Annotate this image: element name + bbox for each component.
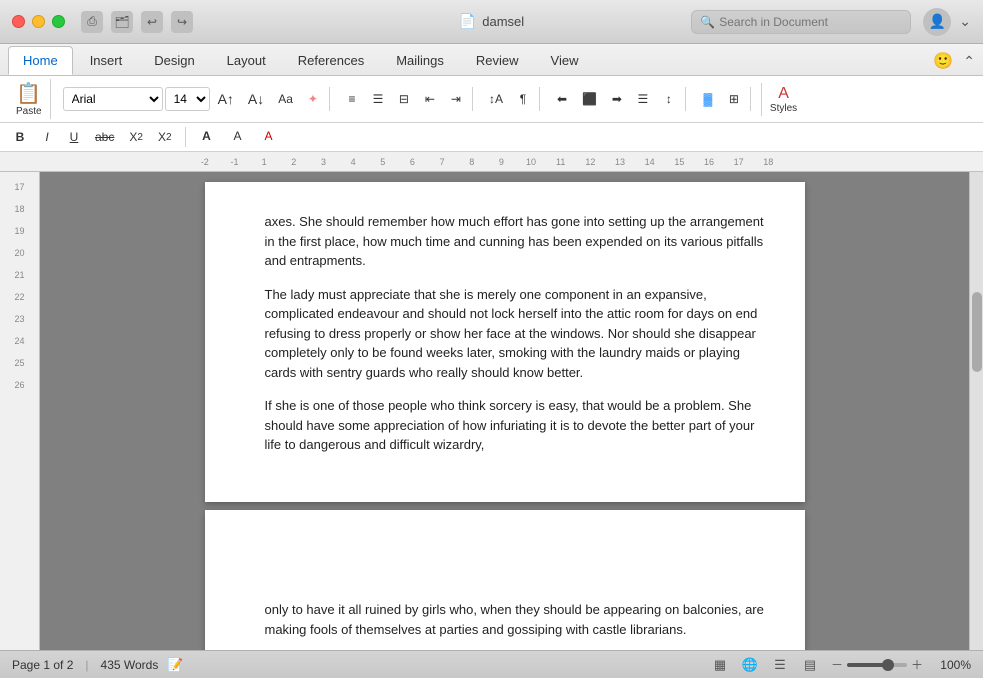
maximize-button[interactable] <box>52 15 65 28</box>
show-marks-button[interactable]: ¶ <box>511 87 535 111</box>
increase-indent-button[interactable]: ⇥ <box>444 87 468 111</box>
search-input[interactable] <box>719 15 902 29</box>
strikethrough-button[interactable]: abc <box>89 125 120 149</box>
highlight-button[interactable]: A <box>224 125 252 149</box>
paste-label: Paste <box>16 106 42 117</box>
sort-button[interactable]: ↕A <box>483 87 509 111</box>
vertical-ruler: 17 18 19 20 21 22 23 24 25 26 <box>0 172 40 650</box>
layout-view-icon[interactable]: ▦ <box>711 656 729 674</box>
main-content-area: 17 18 19 20 21 22 23 24 25 26 axes. She … <box>0 172 983 650</box>
horizontal-ruler: -2 -1 1 2 3 4 5 6 7 8 9 10 11 12 13 14 1… <box>0 152 983 172</box>
font-family-select[interactable]: Arial <box>63 87 163 111</box>
text-color-button[interactable]: A <box>193 125 221 149</box>
folder-icon[interactable]: 🗂 <box>111 11 133 33</box>
track-changes-icon[interactable]: 📝 <box>166 656 184 674</box>
focus-view-icon[interactable]: ▤ <box>801 656 819 674</box>
toolbar-row2: B I U abc X2 X2 A A A <box>0 123 983 152</box>
subscript-button[interactable]: X2 <box>123 125 149 149</box>
document-icon: 📄 <box>459 13 476 30</box>
undo-icon[interactable]: ↩ <box>141 11 163 33</box>
shading-button[interactable]: ▓ <box>696 87 720 111</box>
paragraph-4: only to have it all ruined by girls who,… <box>265 600 765 639</box>
minimize-button[interactable] <box>32 15 45 28</box>
multilevel-list-button[interactable]: ⊟ <box>392 87 416 111</box>
scrollbar-thumb[interactable] <box>972 292 982 372</box>
page-2: only to have it all ruined by girls who,… <box>205 510 805 650</box>
paragraph-1: axes. She should remember how much effor… <box>265 212 765 271</box>
justify-button[interactable]: ☰ <box>631 87 655 111</box>
styles-button[interactable]: A Styles <box>761 83 805 116</box>
page-1-content[interactable]: axes. She should remember how much effor… <box>265 212 765 455</box>
numbered-list-button[interactable]: ☰ <box>366 87 390 111</box>
paragraph-2: The lady must appreciate that she is mer… <box>265 285 765 383</box>
increase-font-button[interactable]: A↑ <box>212 87 240 111</box>
tab-home[interactable]: Home <box>8 46 73 75</box>
status-bar: Page 1 of 2 | 435 Words 📝 ▦ 🌐 ☰ ▤ － ＋ 10… <box>0 650 983 678</box>
status-right: ▦ 🌐 ☰ ▤ － ＋ 100% <box>711 656 971 674</box>
paragraph-3: If she is one of those people who think … <box>265 396 765 455</box>
print-icon[interactable]: ⎙ <box>81 11 103 33</box>
change-case-button[interactable]: Aa <box>272 87 299 111</box>
bullet-list-button[interactable]: ≡ <box>340 87 364 111</box>
ribbon-tabs: Home Insert Design Layout References Mai… <box>0 44 983 76</box>
tab-insert[interactable]: Insert <box>75 46 138 75</box>
tab-mailings[interactable]: Mailings <box>381 46 459 75</box>
page-2-content[interactable]: only to have it all ruined by girls who,… <box>265 540 765 639</box>
document-title: damsel <box>482 14 524 29</box>
search-icon: 🔍 <box>700 15 715 29</box>
title-bar-icons: ⎙ 🗂 ↩ ↪ <box>81 11 193 33</box>
paste-button[interactable]: 📋 Paste <box>8 79 51 119</box>
tab-review[interactable]: Review <box>461 46 534 75</box>
search-bar[interactable]: 🔍 <box>691 10 911 34</box>
status-left: Page 1 of 2 | 435 Words 📝 <box>12 656 184 674</box>
align-right-button[interactable]: ➡ <box>605 87 629 111</box>
toolbar-divider <box>185 127 186 147</box>
line-spacing-button[interactable]: ↕ <box>657 87 681 111</box>
zoom-thumb[interactable] <box>882 659 894 671</box>
underline-button[interactable]: U <box>62 125 86 149</box>
web-view-icon[interactable]: 🌐 <box>741 656 759 674</box>
ribbon-collapse-icon[interactable]: ⌃ <box>963 53 975 70</box>
paste-icon: 📋 <box>16 81 41 106</box>
border-button[interactable]: ⊞ <box>722 87 746 111</box>
tab-design[interactable]: Design <box>139 46 209 75</box>
title-center: 📄 damsel <box>459 13 524 30</box>
traffic-lights <box>12 15 65 28</box>
tab-layout[interactable]: Layout <box>212 46 281 75</box>
align-center-button[interactable]: ⬛ <box>576 87 603 111</box>
bold-button[interactable]: B <box>8 125 32 149</box>
font-color-button[interactable]: A <box>255 125 283 149</box>
zoom-control[interactable]: － ＋ <box>831 656 923 673</box>
vertical-scrollbar[interactable] <box>969 172 983 650</box>
decrease-indent-button[interactable]: ⇤ <box>418 87 442 111</box>
document-area[interactable]: axes. She should remember how much effor… <box>40 172 969 650</box>
emoji-button[interactable]: 🙂 <box>931 49 955 73</box>
list-section: ≡ ☰ ⊟ ⇤ ⇥ <box>336 87 473 111</box>
font-section: Arial 14 A↑ A↓ Aa ✦ <box>59 87 330 111</box>
format-section: ⬅ ⬛ ➡ ☰ ↕ <box>546 87 686 111</box>
italic-button[interactable]: I <box>35 125 59 149</box>
superscript-button[interactable]: X2 <box>152 125 178 149</box>
title-bar: ⎙ 🗂 ↩ ↪ 📄 damsel 🔍 👤 ⌄ <box>0 0 983 44</box>
tab-view[interactable]: View <box>536 46 594 75</box>
close-button[interactable] <box>12 15 25 28</box>
user-account-button[interactable]: 👤 <box>923 8 951 36</box>
styles-icon: A <box>778 85 789 103</box>
zoom-slider[interactable] <box>847 663 907 667</box>
redo-icon[interactable]: ↪ <box>171 11 193 33</box>
clear-format-button[interactable]: ✦ <box>301 87 325 111</box>
styles-label: Styles <box>770 103 797 114</box>
page-1: axes. She should remember how much effor… <box>205 182 805 502</box>
color-section: ▓ ⊞ <box>692 87 751 111</box>
align-left-button[interactable]: ⬅ <box>550 87 574 111</box>
ruler-marks: -2 -1 1 2 3 4 5 6 7 8 9 10 11 12 13 14 1… <box>190 157 783 167</box>
font-size-select[interactable]: 14 <box>165 87 210 111</box>
toolbar-row1: 📋 Paste Arial 14 A↑ A↓ Aa ✦ ≡ ☰ ⊟ ⇤ ⇥ ↕A… <box>0 76 983 123</box>
tab-references[interactable]: References <box>283 46 379 75</box>
list-view-icon[interactable]: ☰ <box>771 656 789 674</box>
sort-section: ↕A ¶ <box>479 87 540 111</box>
decrease-font-button[interactable]: A↓ <box>242 87 270 111</box>
chevron-down-icon[interactable]: ⌄ <box>959 13 971 30</box>
